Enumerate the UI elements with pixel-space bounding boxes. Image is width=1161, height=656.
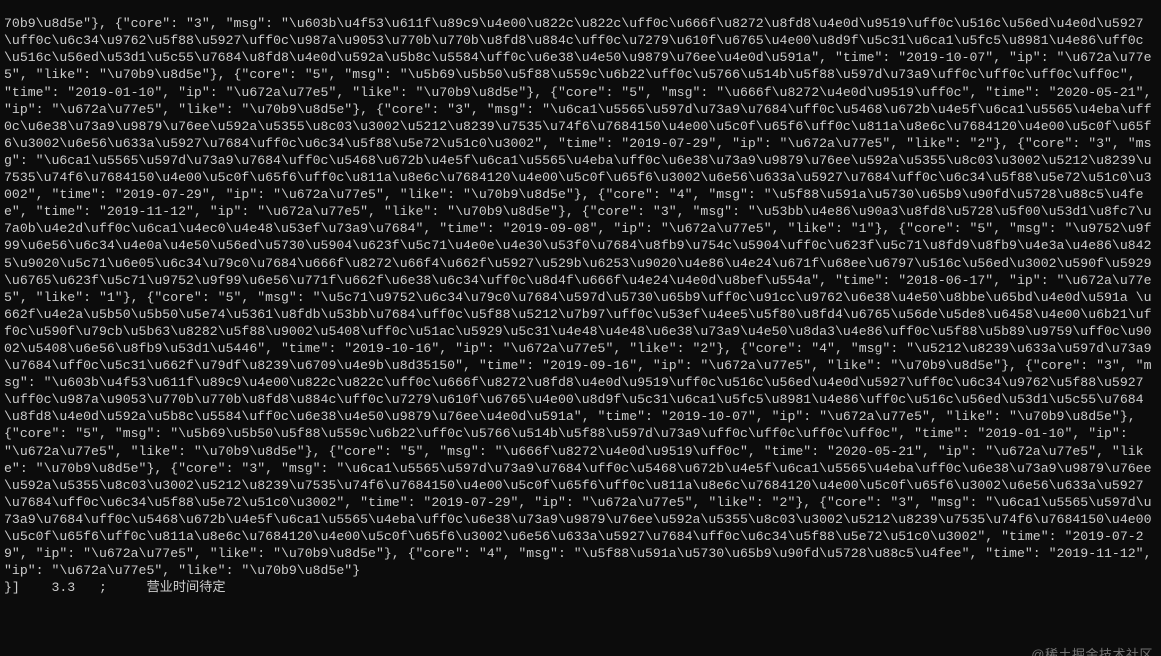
json-dump: 70b9\u8d5e"}, {"core": "3", "msg": "\u60… bbox=[4, 16, 1159, 595]
watermark: @稀土掘金技术社区 bbox=[1031, 646, 1153, 656]
terminal-output: 70b9\u8d5e"}, {"core": "3", "msg": "\u60… bbox=[0, 13, 1161, 656]
